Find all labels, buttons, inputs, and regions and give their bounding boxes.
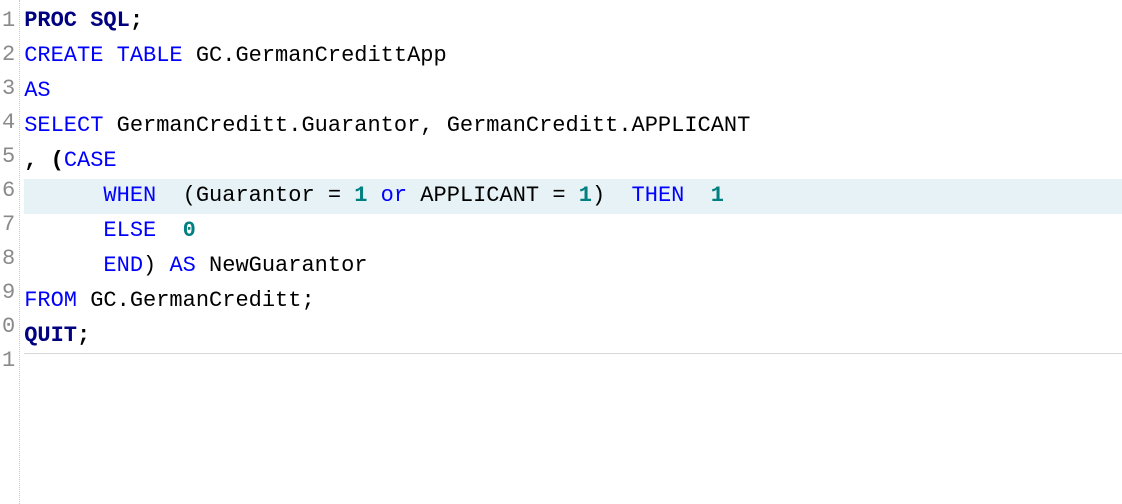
number: 1	[579, 183, 592, 208]
line-number: 4	[2, 106, 15, 140]
keyword: FROM	[24, 288, 77, 313]
keyword: SQL	[90, 8, 130, 33]
punct: ;	[130, 8, 143, 33]
line-number: 7	[2, 208, 15, 242]
keyword: or	[367, 183, 420, 208]
keyword: CASE	[64, 148, 117, 173]
keyword: END	[103, 253, 143, 278]
code-line	[24, 354, 1122, 389]
code-line: , (CASE	[24, 144, 1122, 179]
punct: ;	[301, 288, 314, 313]
keyword: AS	[24, 78, 50, 103]
keyword: THEN	[632, 183, 685, 208]
line-number: 0	[2, 310, 15, 344]
code-area[interactable]: PROC SQL; CREATE TABLE GC.GermanCredittA…	[20, 0, 1122, 504]
punct: ,	[420, 113, 446, 138]
keyword: TABLE	[117, 43, 183, 68]
line-number: 2	[2, 38, 15, 72]
code-line-highlighted: WHEN (Guarantor = 1 or APPLICANT = 1) TH…	[24, 179, 1122, 214]
code-line: CREATE TABLE GC.GermanCredittApp	[24, 39, 1122, 74]
keyword: QUIT	[24, 323, 77, 348]
identifier: GC.GermanCredittApp	[196, 43, 447, 68]
keyword: CREATE	[24, 43, 103, 68]
line-number: 1	[2, 4, 15, 38]
keyword: WHEN	[103, 183, 156, 208]
line-number: 9	[2, 276, 15, 310]
keyword: ELSE	[103, 218, 156, 243]
line-number: 8	[2, 242, 15, 276]
identifier: GermanCreditt.APPLICANT	[447, 113, 751, 138]
code-line: QUIT;	[24, 319, 1122, 354]
punct: , (	[24, 148, 64, 173]
line-number: 1	[2, 344, 15, 378]
code-line: ELSE 0	[24, 214, 1122, 249]
line-number: 3	[2, 72, 15, 106]
number: 1	[354, 183, 367, 208]
code-line: AS	[24, 74, 1122, 109]
identifier: GermanCreditt.Guarantor	[117, 113, 421, 138]
keyword: PROC	[24, 8, 77, 33]
code-line: FROM GC.GermanCreditt;	[24, 284, 1122, 319]
keyword: AS	[169, 253, 195, 278]
identifier: GC.GermanCreditt	[77, 288, 301, 313]
code-line: SELECT GermanCreditt.Guarantor, GermanCr…	[24, 109, 1122, 144]
code-line: PROC SQL;	[24, 4, 1122, 39]
code-editor: 1 2 3 4 5 6 7 8 9 0 1 PROC SQL; CREATE T…	[0, 0, 1122, 504]
line-number: 6	[2, 174, 15, 208]
line-number-gutter: 1 2 3 4 5 6 7 8 9 0 1	[0, 0, 20, 504]
line-number: 5	[2, 140, 15, 174]
number: 1	[711, 183, 724, 208]
punct: ;	[77, 323, 90, 348]
keyword: SELECT	[24, 113, 103, 138]
identifier: NewGuarantor	[196, 253, 368, 278]
number: 0	[183, 218, 196, 243]
code-line: END) AS NewGuarantor	[24, 249, 1122, 284]
